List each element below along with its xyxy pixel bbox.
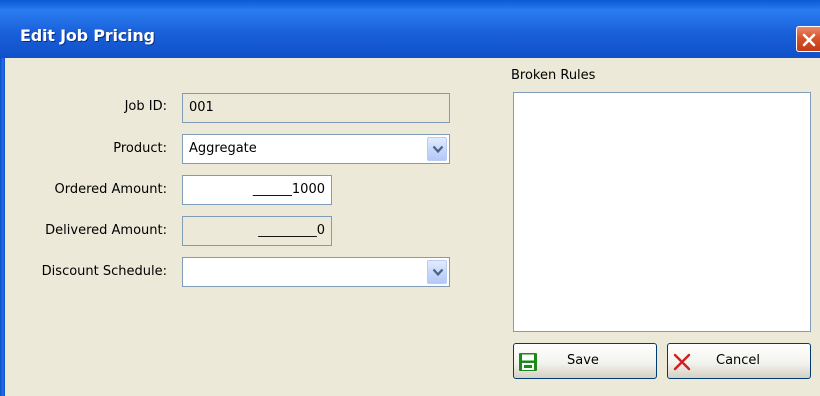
job-id-field: 001 <box>182 93 450 123</box>
product-dropdown-button[interactable] <box>427 137 447 161</box>
product-value: Aggregate <box>189 141 257 156</box>
job-id-value: 001 <box>189 100 214 115</box>
ordered-amount-label: Ordered Amount: <box>54 182 167 197</box>
save-button-label: Save <box>567 353 599 368</box>
delivered-amount-label: Delivered Amount: <box>45 223 167 238</box>
ordered-amount-value: ______1000 <box>252 182 325 197</box>
product-label: Product: <box>113 141 167 156</box>
job-id-label: Job ID: <box>124 99 167 114</box>
broken-rules-list[interactable] <box>513 92 811 332</box>
discount-schedule-label: Discount Schedule: <box>41 264 167 279</box>
save-button[interactable]: Save <box>513 343 657 379</box>
cancel-button[interactable]: Cancel <box>667 343 811 379</box>
ordered-amount-field[interactable]: ______1000 <box>182 175 332 205</box>
discount-schedule-dropdown-button[interactable] <box>427 260 447 284</box>
discount-schedule-dropdown[interactable] <box>182 257 450 287</box>
broken-rules-label: Broken Rules <box>511 68 596 83</box>
delivered-amount-field: _________0 <box>182 216 332 246</box>
delivered-amount-value: _________0 <box>258 223 325 238</box>
cancel-button-label: Cancel <box>716 353 761 368</box>
red-x-icon <box>672 352 692 376</box>
window-title: Edit Job Pricing <box>20 26 155 45</box>
floppy-disk-icon <box>518 352 538 376</box>
product-dropdown[interactable]: Aggregate <box>182 134 450 164</box>
close-button[interactable] <box>796 26 820 52</box>
title-bar[interactable]: Edit Job Pricing <box>0 0 820 58</box>
